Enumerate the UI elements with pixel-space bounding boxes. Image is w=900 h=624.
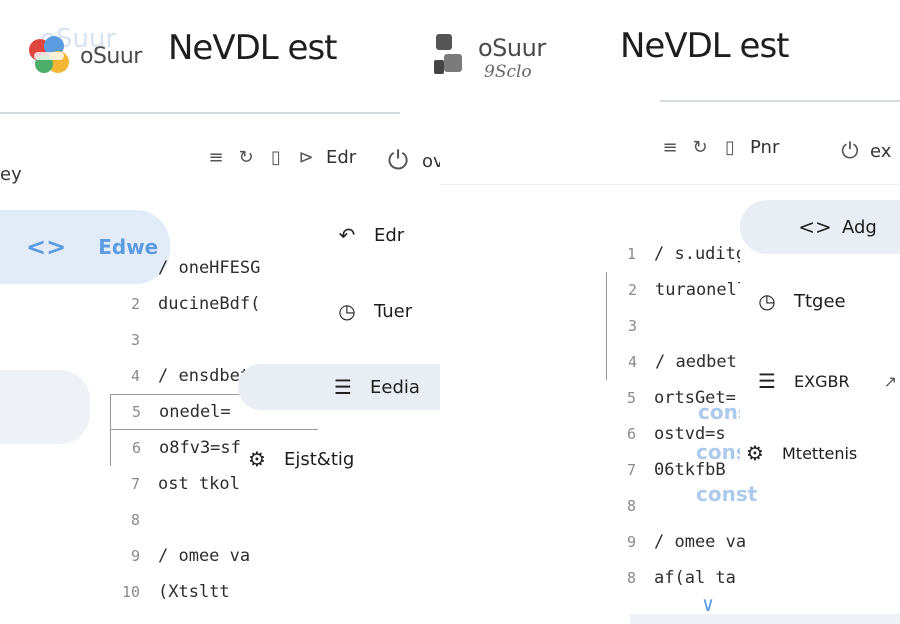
- power-icon: ⏻: [841, 138, 859, 164]
- menu-item-triggers[interactable]: ◷ Ttgee: [740, 278, 900, 324]
- code-icon: <>: [26, 233, 67, 261]
- divider: [660, 100, 900, 102]
- document-icon[interactable]: ▯: [266, 146, 286, 168]
- menu-icon[interactable]: ≡: [206, 146, 226, 168]
- code-line: 9/ omee va: [130, 546, 251, 566]
- menu-item-export[interactable]: ☰ EXGBR ↗: [740, 358, 900, 404]
- redo-icon[interactable]: ↻: [690, 136, 710, 158]
- panel-header-label: ey: [0, 164, 22, 185]
- power-icon: ⏻: [387, 145, 409, 176]
- toolbar-item-label[interactable]: Pnr: [750, 137, 779, 158]
- redo-icon[interactable]: ↻: [236, 146, 256, 168]
- title-bar: oSuur oSuur NeVDL est oSuur 9Sclo NeVDL …: [0, 0, 900, 112]
- overview-button[interactable]: ⏻ ex: [840, 138, 891, 164]
- brand-name: oSuur: [478, 34, 546, 62]
- brand-name: oSuur: [80, 44, 142, 69]
- chevron-down-icon[interactable]: ∨: [702, 592, 714, 616]
- rail-item[interactable]: [0, 370, 90, 444]
- gear-icon: ⚙: [746, 441, 764, 465]
- pin-icon[interactable]: ↗: [884, 372, 897, 391]
- context-menu: <> Adg ◷ Ttgee ☰ EXGBR ↗ ⚙ Mtettenis: [740, 200, 900, 476]
- document-icon[interactable]: ▯: [720, 136, 740, 158]
- list-icon: ☰: [758, 369, 776, 393]
- code-line: 10 (Xtsltt: [121, 582, 230, 602]
- divider: [0, 112, 400, 114]
- document-title[interactable]: NeVDL est: [620, 26, 790, 66]
- horizontal-scrollbar[interactable]: [630, 614, 900, 624]
- clock-icon: ◷: [758, 289, 776, 313]
- menu-item-metrics[interactable]: ⚙ Mtettenis: [740, 430, 900, 476]
- brand-subtitle: 9Sclo: [484, 62, 532, 82]
- gear-icon: ⚙: [248, 447, 266, 471]
- ghost-token: const: [696, 482, 758, 506]
- code-line: 8: [130, 511, 140, 529]
- app-logo-icon: [434, 34, 462, 74]
- app-logo-icon: [29, 36, 69, 73]
- list-icon: ☰: [334, 375, 352, 399]
- code-line: 8 af(al ta: [626, 568, 736, 588]
- document-title[interactable]: NeVDL est: [168, 28, 338, 68]
- right-editor-panel: ≡ ↻ ▯ Pnr ⏻ ex 1/ s.uditge 2 turaonell( 3…: [440, 100, 900, 624]
- menu-icon[interactable]: ≡: [660, 136, 680, 158]
- toolbar-item-label[interactable]: Edr: [326, 147, 356, 168]
- toolbar: ≡ ↻ ▯ Pnr: [660, 136, 779, 158]
- toolbar: ≡ ↻ ▯ ⊳ Edr: [206, 146, 356, 168]
- undo-icon: ↶: [338, 223, 356, 247]
- filter-icon[interactable]: ⊳: [296, 146, 316, 168]
- code-line: 9/ omee va: [626, 532, 747, 552]
- divider: [440, 184, 900, 185]
- code-icon: <>: [798, 215, 832, 239]
- clock-icon: ◷: [338, 299, 356, 323]
- menu-item-add[interactable]: <> Adg: [740, 200, 900, 254]
